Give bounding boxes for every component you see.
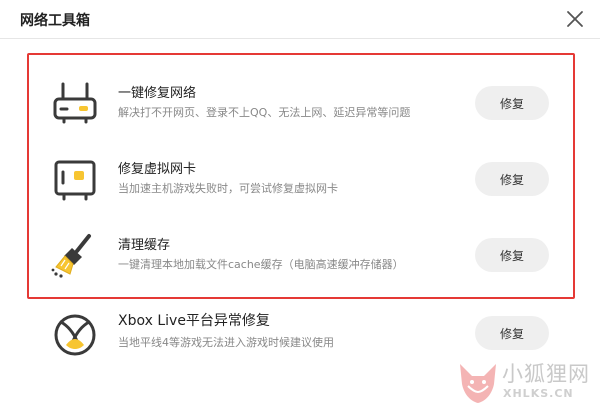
network-toolbox-window: 网络工具箱 一键修复网络 解决打不开网页、登录不上QQ、无法上网、延迟异常等问题… xyxy=(0,0,600,410)
tool-row-fix-network: 一键修复网络 解决打不开网页、登录不上QQ、无法上网、延迟异常等问题 修复 xyxy=(0,72,600,144)
clear-cache-button[interactable]: 修复 xyxy=(475,238,549,272)
tool-description: 当地平线4等游戏无法进入游戏时候建议使用 xyxy=(118,336,334,349)
fox-logo-icon xyxy=(460,364,496,403)
tool-description: 当加速主机游戏失败时，可尝试修复虚拟网卡 xyxy=(118,182,338,195)
close-icon[interactable] xyxy=(564,8,586,30)
tool-row-clear-cache: 清理缓存 一键清理本地加载文件cache缓存（电脑高速缓冲存储器） 修复 xyxy=(0,224,600,296)
tool-name: 一键修复网络 xyxy=(118,86,197,101)
network-card-icon xyxy=(54,160,96,201)
tool-name: 修复虚拟网卡 xyxy=(118,162,197,177)
tool-name: 清理缓存 xyxy=(118,238,171,253)
xbox-icon xyxy=(54,314,96,356)
watermark-domain: XHLKS.CN xyxy=(503,387,574,400)
watermark: 小狐狸网 XHLKS.CN xyxy=(456,356,594,408)
watermark-text: 小狐狸网 xyxy=(502,362,590,386)
fix-xbox-live-button[interactable]: 修复 xyxy=(475,316,549,350)
fix-network-button[interactable]: 修复 xyxy=(475,86,549,120)
tool-description: 解决打不开网页、登录不上QQ、无法上网、延迟异常等问题 xyxy=(118,106,411,119)
broom-icon xyxy=(51,234,91,278)
window-title: 网络工具箱 xyxy=(20,13,90,29)
tool-name: Xbox Live平台异常修复 xyxy=(118,313,270,329)
title-bar: 网络工具箱 xyxy=(0,0,600,39)
tool-row-fix-virtual-nic: 修复虚拟网卡 当加速主机游戏失败时，可尝试修复虚拟网卡 修复 xyxy=(0,148,600,220)
fix-virtual-nic-button[interactable]: 修复 xyxy=(475,162,549,196)
router-icon xyxy=(53,82,97,124)
tool-description: 一键清理本地加载文件cache缓存（电脑高速缓冲存储器） xyxy=(118,258,404,271)
